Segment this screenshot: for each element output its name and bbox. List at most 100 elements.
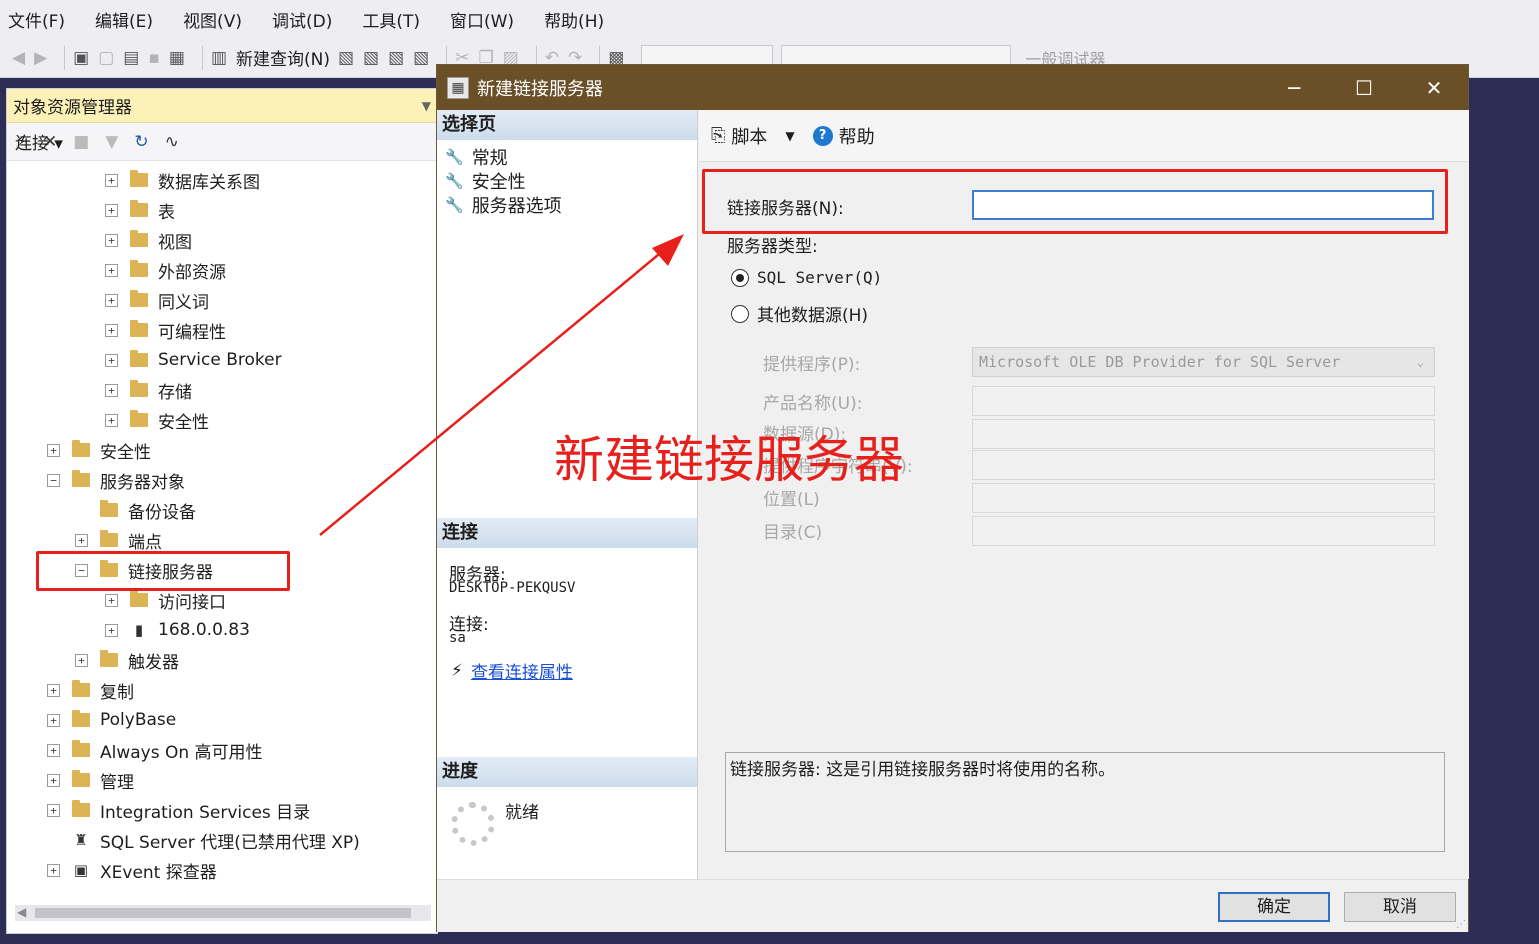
expand-icon[interactable]: + [47, 773, 60, 787]
tree-item[interactable]: + 外部资源 [105, 255, 226, 285]
open-file-icon[interactable]: ▤ [123, 48, 139, 68]
help-button[interactable]: 帮助 [839, 123, 875, 149]
script-button[interactable]: 脚本 [731, 123, 767, 149]
radio-dot[interactable] [731, 304, 749, 323]
tree-item[interactable]: + Service Broker [105, 345, 282, 375]
activity-icon[interactable]: ∿ [165, 132, 179, 152]
tree-item[interactable]: + 数据库关系图 [105, 165, 260, 195]
maximize-icon[interactable]: ☐ [1329, 65, 1399, 110]
minimize-icon[interactable]: ─ [1259, 65, 1329, 110]
expand-icon[interactable]: + [47, 863, 60, 877]
db-query-icon[interactable]: ▧ [363, 48, 379, 68]
tree-item[interactable]: + 复制 [47, 675, 134, 705]
db-query-icon[interactable]: ▧ [413, 48, 429, 68]
folder-icon [100, 530, 118, 547]
page-server-options[interactable]: 🔧 服务器选项 [445, 192, 562, 218]
expand-icon[interactable]: + [47, 713, 60, 727]
save-icon[interactable]: ▪ [148, 48, 160, 68]
scroll-left-icon[interactable]: ◀ [17, 905, 26, 919]
expand-icon[interactable]: + [105, 233, 118, 247]
tree-item[interactable]: + 同义词 [105, 285, 209, 315]
menu-window[interactable]: 窗口(W) [450, 7, 514, 32]
filter-icon[interactable]: ▼ [105, 132, 118, 152]
cancel-button[interactable]: 取消 [1344, 892, 1456, 922]
server-icon: ▮ [134, 621, 144, 639]
connect-dropdown[interactable]: 连接 ▾ [15, 129, 63, 154]
provider-select[interactable]: Microsoft OLE DB Provider for SQL Server… [972, 347, 1435, 377]
tree-item[interactable]: 备份设备 [75, 495, 196, 525]
tree-item[interactable]: + ▮ 168.0.0.83 [105, 615, 250, 645]
catalog-input[interactable] [972, 516, 1435, 546]
new-query-button[interactable]: 新建查询(N) [236, 45, 330, 70]
tree-item[interactable]: ♜ SQL Server 代理(已禁用代理 XP) [47, 825, 360, 855]
close-icon[interactable]: ✕ [1399, 65, 1469, 110]
back-icon[interactable]: ◀ [12, 48, 25, 68]
radio-dot-selected[interactable] [731, 268, 749, 287]
ok-button[interactable]: 确定 [1218, 892, 1330, 922]
tree-item[interactable]: + 视图 [105, 225, 192, 255]
expand-icon[interactable]: + [75, 533, 88, 547]
page-security[interactable]: 🔧 安全性 [445, 168, 526, 194]
menu-edit[interactable]: 编辑(E) [95, 7, 153, 32]
menu-file[interactable]: 文件(F) [8, 7, 65, 32]
tree-item[interactable]: + 安全性 [47, 435, 151, 465]
radio-sql-server[interactable]: SQL Server(Q) [731, 268, 882, 287]
expand-icon[interactable]: + [105, 173, 118, 187]
expand-icon[interactable]: + [47, 443, 60, 457]
expand-icon[interactable]: + [105, 413, 118, 427]
new-project-icon[interactable]: ▣ [73, 48, 89, 68]
tree-item[interactable]: + 表 [105, 195, 175, 225]
expand-icon[interactable]: + [105, 203, 118, 217]
tree-item[interactable]: + Integration Services 目录 [47, 795, 310, 825]
tree-item[interactable]: + ▣ XEvent 探查器 [47, 855, 217, 885]
stop-icon[interactable]: ■ [73, 132, 89, 152]
refresh-icon[interactable]: ↻ [134, 132, 148, 152]
expand-icon[interactable]: + [105, 383, 118, 397]
menu-debug[interactable]: 调试(D) [272, 7, 332, 32]
location-input[interactable] [972, 483, 1435, 513]
expand-icon[interactable]: + [75, 653, 88, 667]
product-name-input[interactable] [972, 386, 1435, 416]
provider-string-input[interactable] [972, 450, 1435, 480]
tree-item[interactable]: + 安全性 [105, 405, 209, 435]
collapse-icon[interactable]: − [47, 473, 60, 487]
expand-icon[interactable]: + [105, 293, 118, 307]
expand-icon [75, 504, 88, 517]
expand-icon[interactable]: + [105, 263, 118, 277]
dialog-footer: 确定 取消 ⋰ [437, 879, 1468, 932]
horizontal-scrollbar[interactable]: ◀ [15, 905, 431, 921]
expand-icon[interactable]: + [47, 683, 60, 697]
expand-icon[interactable]: + [105, 323, 118, 337]
save-all-icon[interactable]: ▦ [169, 48, 185, 68]
progress-status: 就绪 [505, 803, 539, 823]
menu-tools[interactable]: 工具(T) [362, 7, 420, 32]
tree-item[interactable]: + 可编程性 [105, 315, 226, 345]
expand-icon[interactable]: + [47, 743, 60, 757]
datasource-input[interactable] [972, 419, 1435, 449]
menu-view[interactable]: 视图(V) [183, 7, 242, 32]
tree-item[interactable]: + 存储 [105, 375, 192, 405]
resize-grip-icon[interactable]: ⋰ [1456, 919, 1466, 930]
page-general[interactable]: 🔧 常规 [445, 144, 508, 170]
dropdown-arrow-icon[interactable]: ▼ [422, 99, 431, 113]
tree-item[interactable]: − 服务器对象 [47, 465, 185, 495]
add-item-icon[interactable]: ▢ [98, 48, 114, 68]
view-connection-properties-link[interactable]: 查看连接属性 [471, 658, 573, 683]
db-query-icon[interactable]: ▧ [388, 48, 404, 68]
expand-icon[interactable]: + [105, 353, 118, 367]
scrollbar-thumb[interactable] [35, 908, 411, 918]
script-dropdown-icon[interactable]: ▼ [785, 129, 794, 143]
view-connection-properties[interactable]: ⚡ 查看连接属性 [451, 658, 573, 684]
tree-item[interactable]: + Always On 高可用性 [47, 735, 263, 765]
folder-icon [130, 590, 148, 607]
forward-icon[interactable]: ▶ [34, 48, 47, 68]
db-query-icon[interactable]: ▧ [338, 48, 354, 68]
expand-icon[interactable]: + [105, 623, 118, 637]
tree-item[interactable]: + 触发器 [75, 645, 179, 675]
expand-icon[interactable]: + [105, 593, 118, 607]
menu-help[interactable]: 帮助(H) [544, 7, 604, 32]
tree-item[interactable]: + PolyBase [47, 705, 176, 735]
expand-icon[interactable]: + [47, 803, 60, 817]
radio-other-datasource[interactable]: 其他数据源(H) [731, 301, 868, 326]
tree-item[interactable]: + 管理 [47, 765, 134, 795]
